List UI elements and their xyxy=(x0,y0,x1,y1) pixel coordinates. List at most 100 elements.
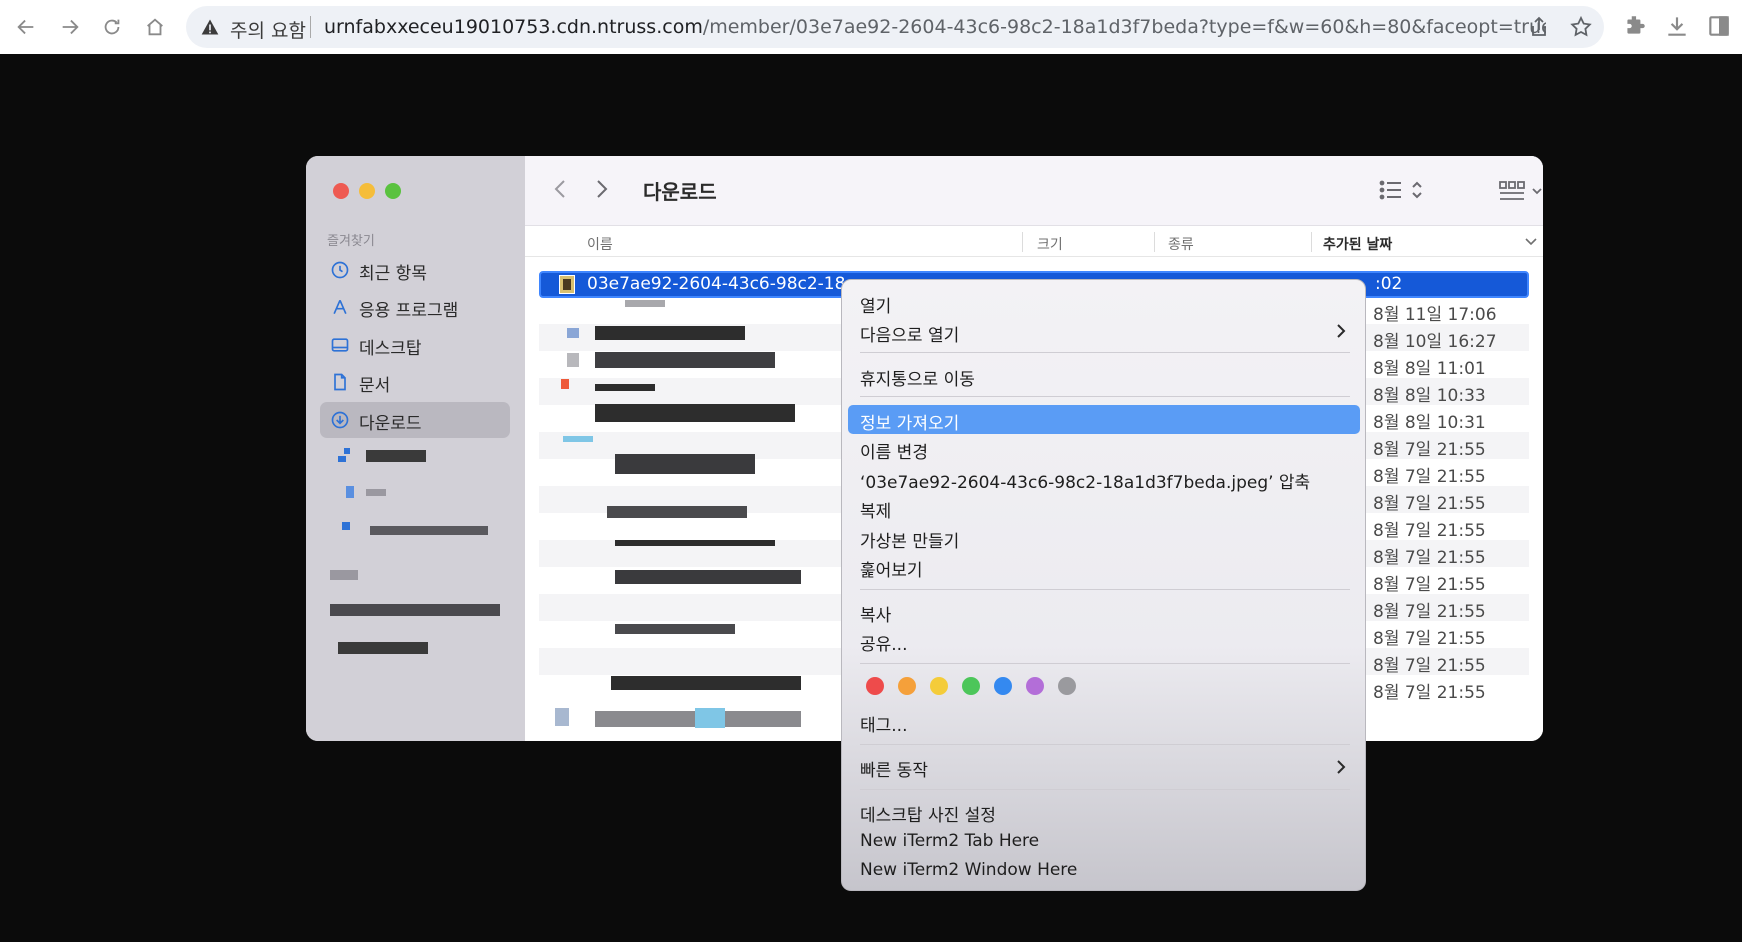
row-date: 8월 8일 10:33 xyxy=(1373,386,1486,406)
reload-icon xyxy=(104,19,120,35)
column-divider[interactable] xyxy=(1022,232,1023,252)
tag-color-red[interactable] xyxy=(866,677,884,695)
url-path: /member/03e7ae92-2604-43c6-98c2-18a1d3f7… xyxy=(702,16,1546,38)
arrow-left-icon xyxy=(17,19,34,35)
finder-sidebar: 즐겨찾기 최근 항목 응용 프로그램 데스크탑 문서 다운로드 xyxy=(306,156,525,741)
column-header-kind[interactable]: 종류 xyxy=(1168,234,1194,254)
desktop-icon xyxy=(331,338,349,352)
sidebar-item-desktop[interactable]: 데스크탑 xyxy=(320,327,510,363)
download-icon[interactable] xyxy=(1664,13,1690,39)
menu-item-iterm-tab[interactable]: New iTerm2 Tab Here xyxy=(860,831,1039,851)
chevron-down-icon[interactable] xyxy=(1525,238,1537,246)
reload-button[interactable] xyxy=(94,9,130,45)
sidebar-item-label: 문서 xyxy=(359,376,391,396)
image-file-icon xyxy=(559,275,575,294)
column-divider[interactable] xyxy=(1311,232,1312,252)
finder-toolbar: 다운로드 xyxy=(525,156,1543,226)
row-date: 8월 10일 16:27 xyxy=(1373,332,1497,352)
row-date: 8월 7일 21:55 xyxy=(1373,683,1486,703)
context-menu: 열기 다음으로 열기 휴지통으로 이동 정보 가져오기 이름 변경 ‘03e7a… xyxy=(841,279,1366,891)
column-header: 이름 크기 종류 추가된 날짜 xyxy=(525,226,1543,257)
column-header-name[interactable]: 이름 xyxy=(587,234,613,254)
security-label[interactable]: 주의 요함 xyxy=(230,16,306,43)
close-window-button[interactable] xyxy=(333,183,349,199)
sidebar-item-recents[interactable]: 최근 항목 xyxy=(320,252,510,288)
chevron-right-icon[interactable] xyxy=(595,178,609,200)
row-date: 8월 7일 21:55 xyxy=(1373,548,1486,568)
menu-item-make-alias[interactable]: 가상본 만들기 xyxy=(860,527,959,552)
warning-icon[interactable] xyxy=(200,17,220,37)
address-bar[interactable]: 주의 요함 urnfabxxeceu19010753.cdn.ntruss.co… xyxy=(186,6,1604,48)
menu-separator xyxy=(860,663,1350,664)
home-button[interactable] xyxy=(137,9,173,45)
tag-color-yellow[interactable] xyxy=(930,677,948,695)
menu-item-quick-look[interactable]: 훑어보기 xyxy=(860,556,923,581)
row-date: 8월 8일 11:01 xyxy=(1373,359,1486,379)
chevron-right-icon xyxy=(1337,324,1346,338)
side-panel-icon[interactable] xyxy=(1706,13,1732,39)
star-icon[interactable] xyxy=(1569,15,1593,39)
clock-icon xyxy=(331,261,349,279)
row-date: 8월 11일 17:06 xyxy=(1373,305,1497,325)
menu-item-compress[interactable]: ‘03e7ae92-2604-43c6-98c2-18a1d3f7beda.jp… xyxy=(860,468,1310,493)
sidebar-item-applications[interactable]: 응용 프로그램 xyxy=(320,289,510,325)
column-header-size[interactable]: 크기 xyxy=(1037,234,1063,254)
sidebar-item-downloads[interactable]: 다운로드 xyxy=(320,402,510,438)
list-view-icon[interactable] xyxy=(1379,178,1423,202)
column-divider[interactable] xyxy=(1154,232,1155,252)
menu-item-duplicate[interactable]: 복제 xyxy=(860,497,891,522)
row-date: 8월 8일 10:31 xyxy=(1373,413,1486,433)
menu-item-move-to-trash[interactable]: 휴지통으로 이동 xyxy=(860,365,975,390)
home-icon xyxy=(147,18,163,36)
menu-item-open[interactable]: 열기 xyxy=(860,292,891,317)
browser-toolbar: 주의 요함 urnfabxxeceu19010753.cdn.ntruss.co… xyxy=(0,0,1742,54)
column-header-date-added[interactable]: 추가된 날짜 xyxy=(1323,234,1392,254)
minimize-window-button[interactable] xyxy=(359,183,375,199)
menu-separator xyxy=(860,352,1350,353)
window-title: 다운로드 xyxy=(643,180,717,204)
menu-item-share[interactable]: 공유... xyxy=(860,630,908,655)
tag-color-orange[interactable] xyxy=(898,677,916,695)
menu-item-quick-actions[interactable]: 빠른 동작 xyxy=(860,756,928,781)
download-icon xyxy=(331,411,349,429)
selected-file-name: 03e7ae92-2604-43c6-98c2-18 xyxy=(587,274,846,294)
menu-item-set-desktop-picture[interactable]: 데스크탑 사진 설정 xyxy=(860,801,996,826)
document-icon xyxy=(334,373,346,391)
zoom-window-button[interactable] xyxy=(385,183,401,199)
address-separator xyxy=(310,16,311,38)
menu-item-open-with[interactable]: 다음으로 열기 xyxy=(860,321,959,346)
menu-item-rename[interactable]: 이름 변경 xyxy=(860,438,928,463)
row-date: 8월 7일 21:55 xyxy=(1373,602,1486,622)
menu-item-iterm-window[interactable]: New iTerm2 Window Here xyxy=(860,860,1077,880)
menu-item-tags[interactable]: 태그... xyxy=(860,711,908,736)
chevron-left-icon[interactable] xyxy=(553,178,567,200)
group-view-icon[interactable] xyxy=(1499,180,1543,202)
forward-button[interactable] xyxy=(52,9,88,45)
menu-item-get-info[interactable]: 정보 가져오기 xyxy=(860,409,959,434)
menu-separator xyxy=(860,789,1350,790)
chevron-right-icon xyxy=(1337,760,1346,774)
arrow-right-icon xyxy=(62,19,79,35)
sidebar-item-documents[interactable]: 문서 xyxy=(320,364,510,400)
sidebar-item-label: 응용 프로그램 xyxy=(359,301,459,321)
tag-color-blue[interactable] xyxy=(994,677,1012,695)
menu-separator xyxy=(860,396,1350,397)
back-button[interactable] xyxy=(8,9,44,45)
sidebar-item-label: 다운로드 xyxy=(359,414,422,434)
tag-color-gray[interactable] xyxy=(1058,677,1076,695)
sidebar-heading-favorites: 즐겨찾기 xyxy=(327,234,375,249)
extensions-icon[interactable] xyxy=(1622,13,1648,39)
menu-separator xyxy=(860,744,1350,745)
menu-item-copy[interactable]: 복사 xyxy=(860,601,891,626)
row-date: 8월 7일 21:55 xyxy=(1373,575,1486,595)
row-date: 8월 7일 21:55 xyxy=(1373,521,1486,541)
row-date: 8월 7일 21:55 xyxy=(1373,467,1486,487)
row-date: 8월 7일 21:55 xyxy=(1373,629,1486,649)
share-icon[interactable] xyxy=(1527,15,1551,39)
url-host: urnfabxxeceu19010753.cdn.ntruss.com xyxy=(324,16,703,38)
url-text[interactable]: urnfabxxeceu19010753.cdn.ntruss.com/memb… xyxy=(324,16,1546,38)
sidebar-item-label: 데스크탑 xyxy=(359,339,422,359)
tag-color-purple[interactable] xyxy=(1026,677,1044,695)
tag-color-green[interactable] xyxy=(962,677,980,695)
row-date: 8월 7일 21:55 xyxy=(1373,494,1486,514)
